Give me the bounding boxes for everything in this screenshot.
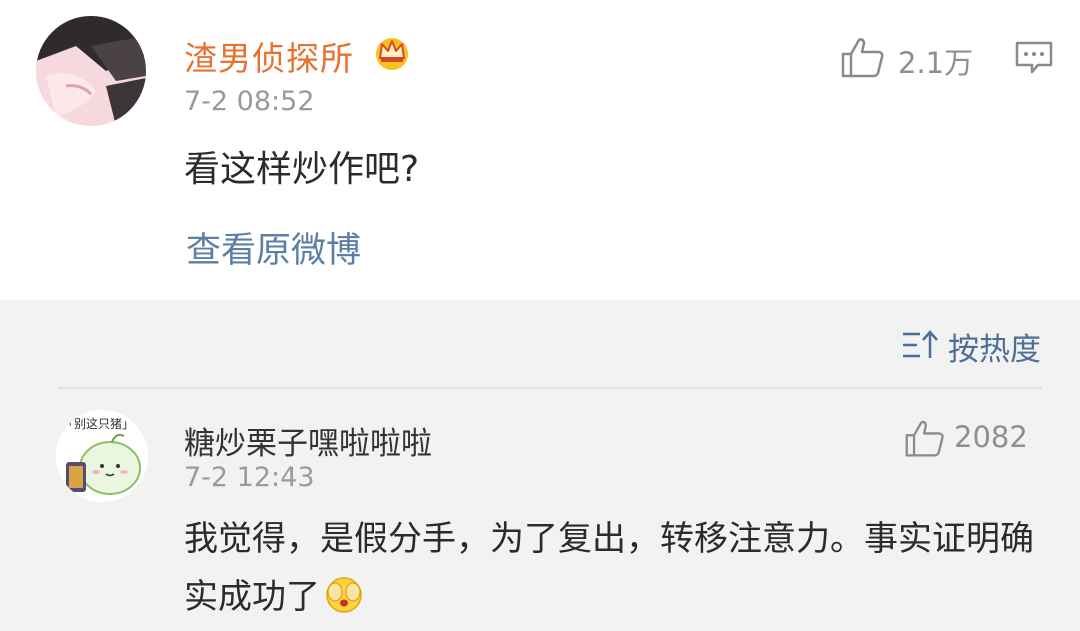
like-count: 2.1万: [898, 46, 974, 80]
post-card: 渣男侦探所 7-2 08:52 2.1万 看这样炒作吧? 查看原微博: [0, 0, 1080, 300]
comment-timestamp: 7-2 12:43: [184, 462, 315, 493]
avatar[interactable]: 「别这只猪」: [56, 410, 148, 502]
avatar[interactable]: [36, 16, 146, 126]
covering-face-emoji-icon: [326, 577, 362, 613]
divider: [58, 387, 1042, 389]
thumbs-up-icon[interactable]: [904, 418, 946, 458]
username[interactable]: 渣男侦探所: [184, 32, 354, 80]
view-original-link[interactable]: 查看原微博: [186, 222, 361, 273]
post-content: 看这样炒作吧?: [184, 149, 420, 190]
anime-avatar-image: [36, 16, 146, 126]
sort-bar: 按热度: [0, 318, 1080, 374]
like-count: 2082: [954, 420, 1028, 454]
comment-icon[interactable]: [1014, 40, 1054, 76]
cartoon-avatar-image: 「别这只猪」: [56, 410, 148, 502]
comment-content: 我觉得，是假分手，为了复出，转移注意力。事实证明确实成功了: [184, 510, 1044, 626]
sort-icon[interactable]: [900, 328, 940, 362]
comment-text: 我觉得，是假分手，为了复出，转移注意力。事实证明确实成功了: [184, 519, 1034, 617]
username[interactable]: 糖炒栗子嘿啦啦啦: [184, 418, 432, 463]
post-timestamp: 7-2 08:52: [184, 86, 315, 117]
thumbs-up-icon[interactable]: [840, 36, 886, 78]
avatar-caption: 「别这只猪」: [62, 416, 134, 431]
sort-by-hot-button[interactable]: 按热度: [948, 324, 1041, 369]
vip-crown-icon: [376, 38, 408, 70]
